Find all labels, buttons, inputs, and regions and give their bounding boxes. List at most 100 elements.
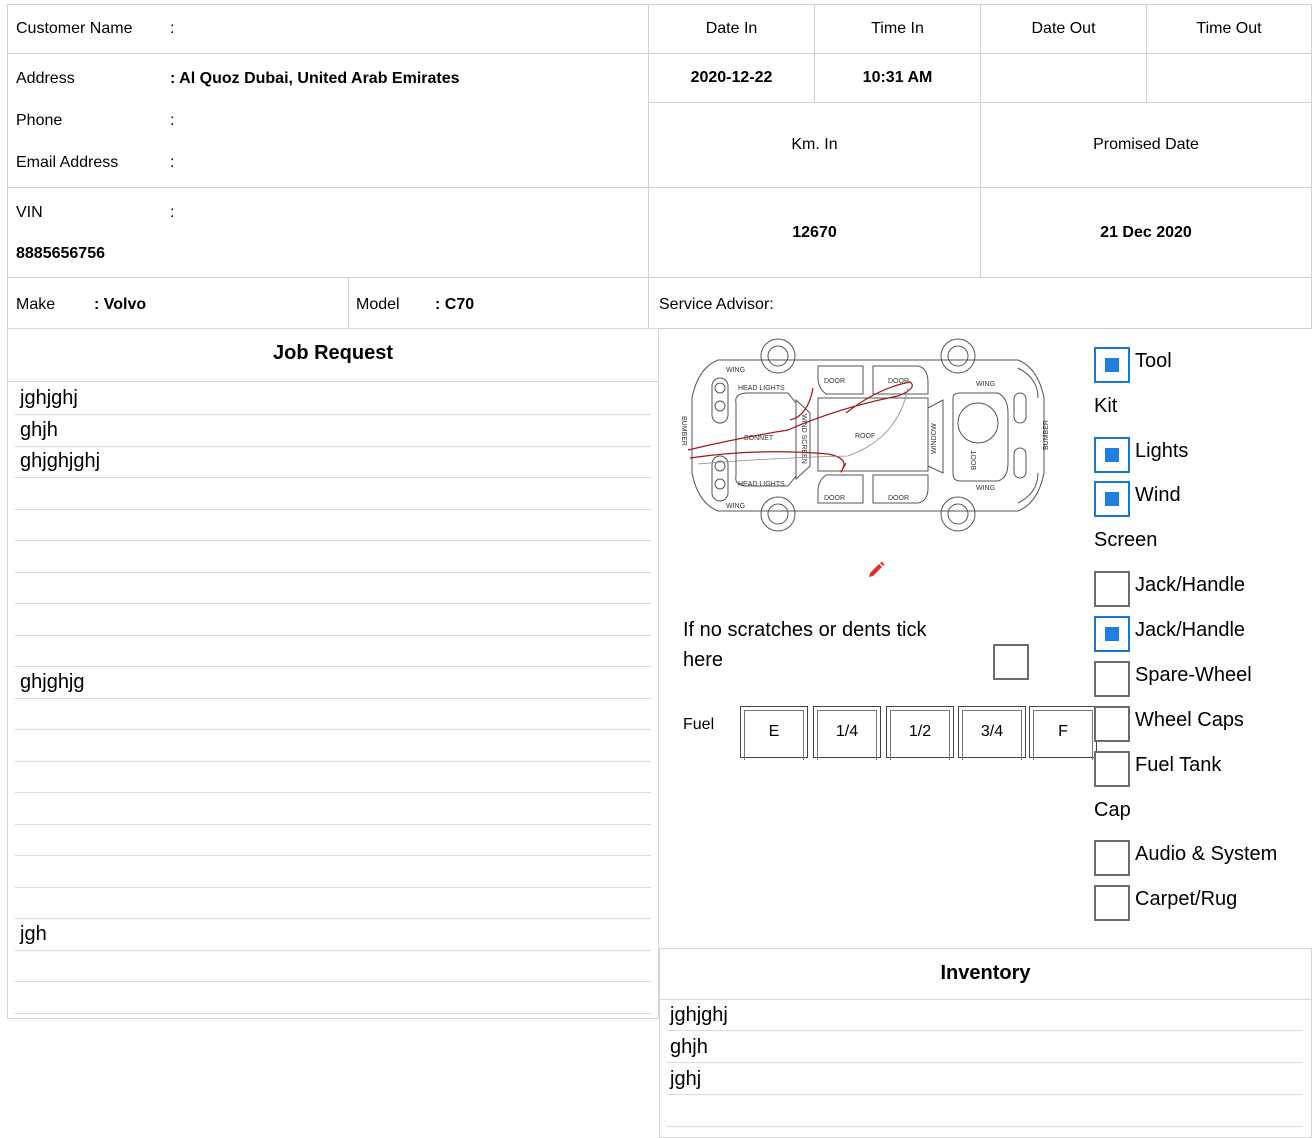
make-label: Make <box>16 296 56 313</box>
km-in-header: Km. In <box>648 102 981 188</box>
audio-system-checkbox[interactable] <box>1094 840 1130 876</box>
address-value: : Al Quoz Dubai, United Arab Emirates <box>170 70 460 87</box>
fuel-level-f[interactable]: F <box>1029 706 1097 760</box>
job-request-line-rule <box>15 509 651 510</box>
diagram-label-wing-bottom-left: WING <box>726 503 745 510</box>
jack-handle-checkbox-1[interactable] <box>1094 571 1130 607</box>
tool-kit-label: Tool <box>1135 350 1172 372</box>
job-request-line-rule <box>15 446 651 447</box>
diagram-label-door-top-right: DOOR <box>888 378 909 385</box>
job-request-line-rule <box>15 792 651 793</box>
time-in-text: 10:31 AM <box>862 69 933 86</box>
diagram-label-wind-screen: WIND SCREEN <box>800 414 807 464</box>
fuel-level-three-quarter[interactable]: 3/4 <box>958 706 1026 760</box>
make-cell: Make : Volvo <box>7 277 349 329</box>
wind-screen-checkbox[interactable] <box>1094 481 1130 517</box>
diagram-label-bonnet: BONNET <box>744 435 774 442</box>
diagram-label-door-top-left: DOOR <box>824 378 845 385</box>
job-request-line-rule <box>15 666 651 667</box>
diagram-label-wing-top-left: WING <box>726 367 745 374</box>
diagram-label-window: WINDOW <box>931 423 938 454</box>
pencil-icon[interactable] <box>866 560 886 580</box>
job-request-line-rule <box>15 918 651 919</box>
no-scratch-checkbox[interactable] <box>993 644 1029 680</box>
diagram-label-wing-bottom-right: WING <box>976 485 995 492</box>
job-request-line-rule <box>15 477 651 478</box>
diagram-label-head-lights-bottom: HEAD LIGHTS <box>738 481 785 488</box>
promised-date-label: Promised Date <box>1093 136 1199 153</box>
job-request-line-text[interactable]: ghjghjghj <box>20 450 100 473</box>
tool-kit-checkbox[interactable] <box>1094 347 1130 383</box>
promised-date-value: 21 Dec 2020 <box>980 187 1312 278</box>
tool-kit-label-cont: Kit <box>1094 395 1118 417</box>
carpet-rug-checkbox[interactable] <box>1094 885 1130 921</box>
diagram-label-bumber-rear: BUMBER <box>1043 420 1050 450</box>
audio-system-label: Audio & System <box>1135 843 1278 865</box>
diagram-label-roof: ROOF <box>855 433 875 440</box>
vin-value: 8885656756 <box>16 245 105 262</box>
job-request-title-underline <box>7 381 659 382</box>
jack-handle-checkbox-2[interactable] <box>1094 616 1130 652</box>
jack-handle-label-2: Jack/Handle <box>1135 619 1246 641</box>
time-out-value <box>1146 53 1312 103</box>
job-request-title: Job Request <box>272 342 394 364</box>
fuel-label: Fuel <box>683 716 715 733</box>
promised-date-text: 21 Dec 2020 <box>1100 223 1192 241</box>
time-in-value: 10:31 AM <box>814 53 981 103</box>
job-request-line-rule <box>15 887 651 888</box>
time-out-header: Time Out <box>1146 4 1312 54</box>
diagram-label-boot: BOOT <box>971 449 978 470</box>
vin-label: VIN <box>16 204 43 221</box>
scratch-instruction: If no scratches or dents tick here <box>683 619 927 671</box>
inventory-line-text[interactable]: ghjh <box>670 1036 708 1059</box>
diagram-label-head-lights-top: HEAD LIGHTS <box>738 385 785 392</box>
inventory-title-underline <box>659 999 1312 1000</box>
job-request-line-rule <box>15 761 651 762</box>
job-request-line-rule <box>15 414 651 415</box>
diagram-label-door-bottom-right: DOOR <box>888 495 909 502</box>
job-request-line-rule <box>15 572 651 573</box>
job-request-line-text[interactable]: jgh <box>20 923 47 946</box>
km-in-value: 12670 <box>648 187 981 278</box>
date-in-value: 2020-12-22 <box>648 53 815 103</box>
job-request-line-text[interactable]: ghjghjg <box>20 671 85 694</box>
inventory-title: Inventory <box>940 962 1031 984</box>
vin-cell: VIN : 8885656756 <box>7 187 649 278</box>
job-request-line-rule <box>15 603 651 604</box>
fuel-level-quarter[interactable]: 1/4 <box>813 706 881 760</box>
job-request-line-rule <box>15 981 651 982</box>
model-cell: Model : C70 <box>348 277 649 329</box>
date-out-header: Date Out <box>980 4 1147 54</box>
customer-name-sep: : <box>170 20 175 37</box>
job-request-line-rule <box>15 1013 651 1014</box>
car-damage-diagram[interactable]: WING HEAD LIGHTS DOOR DOOR WING BONNET R… <box>678 338 1062 533</box>
customer-name-cell: Customer Name : <box>7 4 649 54</box>
job-request-line-rule <box>15 950 651 951</box>
spare-wheel-checkbox[interactable] <box>1094 661 1130 697</box>
fuel-tank-cap-label: Fuel Tank <box>1135 754 1222 776</box>
inventory-line-text[interactable]: jghj <box>670 1068 701 1091</box>
inventory-line-text[interactable]: jghjghj <box>670 1004 728 1027</box>
fuel-level-e[interactable]: E <box>740 706 808 760</box>
inventory-line-rule <box>667 1062 1303 1063</box>
wind-screen-label-cont: Screen <box>1094 529 1158 551</box>
fuel-tank-cap-checkbox[interactable] <box>1094 751 1130 787</box>
lights-checkbox[interactable] <box>1094 437 1130 473</box>
spare-wheel-label: Spare-Wheel <box>1135 664 1252 686</box>
email-sep: : <box>170 154 175 171</box>
date-in-label: Date In <box>705 20 758 37</box>
fuel-level-half[interactable]: 1/2 <box>886 706 954 760</box>
service-advisor-cell: Service Advisor: <box>648 277 1312 329</box>
make-value: : Volvo <box>94 296 147 313</box>
wind-screen-label: Wind <box>1135 484 1181 506</box>
job-request-line-rule <box>15 824 651 825</box>
date-out-value <box>980 53 1147 103</box>
job-request-line-text[interactable]: ghjh <box>20 419 58 442</box>
km-in-label: Km. In <box>791 136 838 153</box>
diagram-label-bumber-front: BUMBER <box>680 416 687 446</box>
inventory-line-rule <box>667 1030 1303 1031</box>
service-advisor-label: Service Advisor: <box>659 296 774 313</box>
wheel-caps-checkbox[interactable] <box>1094 706 1130 742</box>
job-request-line-text[interactable]: jghjghj <box>20 387 78 410</box>
diagram-label-wing-top-right: WING <box>976 381 995 388</box>
